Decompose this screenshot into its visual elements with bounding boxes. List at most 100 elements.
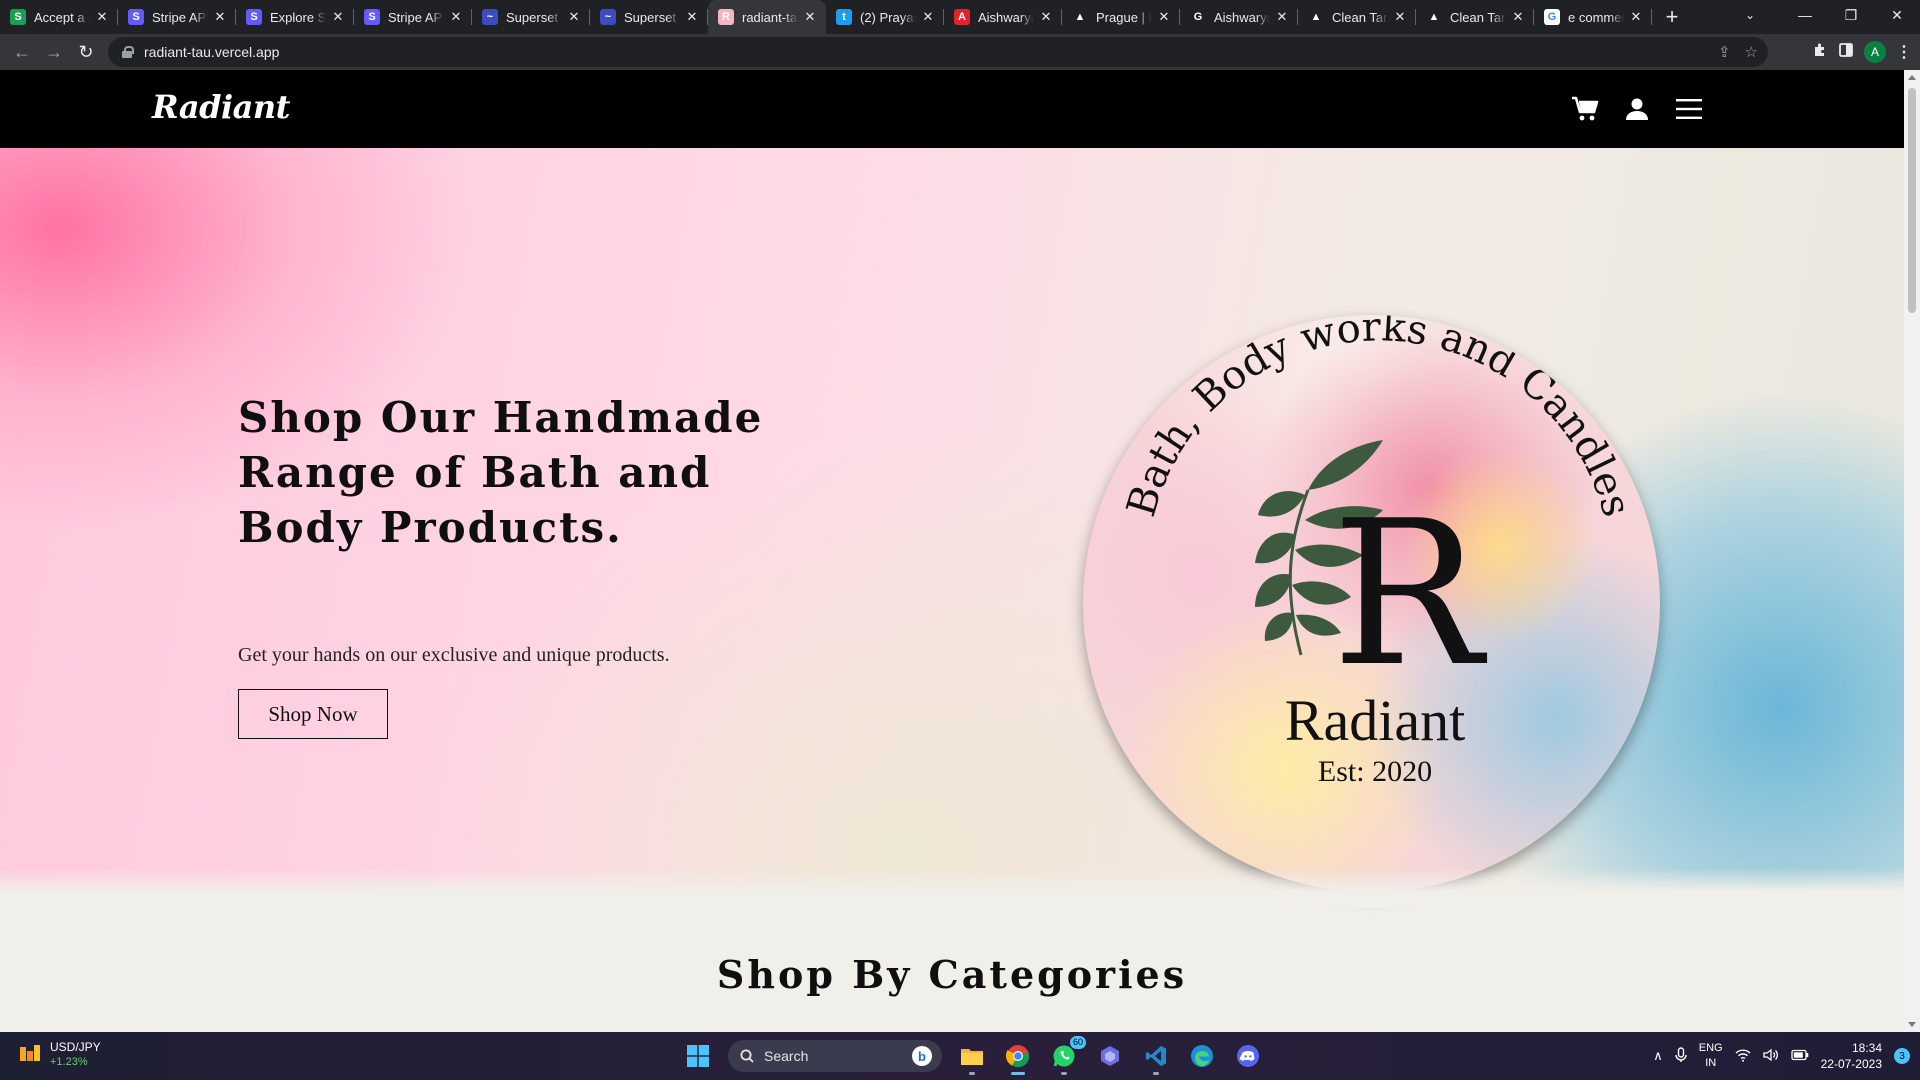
- tab-close-icon[interactable]: ✕: [1156, 9, 1172, 25]
- tab-close-icon[interactable]: ✕: [212, 9, 228, 25]
- tab-close-icon[interactable]: ✕: [1628, 9, 1644, 25]
- tab-search-chevron-icon[interactable]: ⌄: [1730, 0, 1770, 30]
- volume-icon[interactable]: [1762, 1048, 1779, 1065]
- page-scrollbar[interactable]: [1904, 70, 1920, 1032]
- browser-tab[interactable]: t (2) Prayas ✕: [826, 0, 944, 34]
- tab-close-icon[interactable]: ✕: [1392, 9, 1408, 25]
- restore-icon[interactable]: ❐: [1828, 0, 1874, 30]
- side-panel-icon[interactable]: [1838, 42, 1854, 63]
- user-account-icon[interactable]: [1622, 94, 1652, 124]
- browser-tab[interactable]: S Explore Stripe✕: [236, 0, 354, 34]
- browser-tab[interactable]: ▲ Clean Tank✕: [1416, 0, 1534, 34]
- currency-chart-icon: [20, 1045, 40, 1061]
- power-automate-icon[interactable]: [1090, 1036, 1130, 1076]
- discord-icon[interactable]: [1228, 1036, 1268, 1076]
- tab-favicon-icon: ▲: [1426, 9, 1442, 25]
- wifi-icon[interactable]: [1735, 1048, 1751, 1065]
- file-explorer-icon[interactable]: [952, 1036, 992, 1076]
- microphone-icon[interactable]: [1675, 1046, 1687, 1066]
- brand-badge-svg: Bath, Body works and Candles R Radiant E…: [1118, 315, 1639, 788]
- site-logo[interactable]: Radiant: [152, 88, 290, 126]
- share-icon[interactable]: ⇪: [1718, 43, 1731, 61]
- vscode-icon[interactable]: [1136, 1036, 1176, 1076]
- tab-close-icon[interactable]: ✕: [1274, 9, 1290, 25]
- cart-icon[interactable]: [1570, 94, 1600, 124]
- whatsapp-icon[interactable]: 60: [1044, 1036, 1086, 1076]
- tab-title: e commerce: [1568, 9, 1624, 25]
- new-tab-plus-icon[interactable]: +: [1656, 0, 1688, 34]
- tab-close-icon[interactable]: ✕: [566, 9, 582, 25]
- navbar-icons: [1570, 94, 1704, 124]
- tab-title: Superset: [506, 9, 559, 25]
- tab-favicon-icon: A: [954, 9, 970, 25]
- browser-tab[interactable]: S Stripe API ✕: [118, 0, 236, 34]
- browser-tab[interactable]: S Accept a payment✕: [0, 0, 118, 34]
- windows-start-icon[interactable]: [678, 1036, 718, 1076]
- close-window-icon[interactable]: ✕: [1874, 0, 1920, 30]
- tab-favicon-icon: S: [10, 9, 26, 25]
- bookmark-star-icon[interactable]: ☆: [1745, 43, 1758, 61]
- badge-brand-name: Radiant: [1285, 688, 1465, 753]
- browser-tab-strip: SAccept a payment✕SStripe API✕SExplore S…: [0, 0, 1920, 34]
- tab-title: radiant-tau: [742, 9, 798, 25]
- browser-tab[interactable]: A Aishwarya ✕: [944, 0, 1062, 34]
- browser-tab[interactable]: S Stripe API ✕: [354, 0, 472, 34]
- system-tray: ∧ ENG IN 18:34 22-07-2023 3: [1653, 1032, 1910, 1080]
- reload-icon[interactable]: ↻: [70, 36, 102, 68]
- notification-count-badge[interactable]: 3: [1894, 1048, 1910, 1064]
- taskbar-search-box[interactable]: Search b: [728, 1040, 942, 1072]
- browser-tab[interactable]: ~ Superset ✕: [472, 0, 590, 34]
- tab-close-icon[interactable]: ✕: [94, 9, 110, 25]
- browser-tab[interactable]: G Aishwarya ✕: [1180, 0, 1298, 34]
- tab-close-icon[interactable]: ✕: [448, 9, 464, 25]
- back-arrow-icon[interactable]: ←: [6, 36, 38, 68]
- tab-favicon-icon: G: [1190, 9, 1206, 25]
- tab-close-icon[interactable]: ✕: [330, 9, 346, 25]
- tab-favicon-icon: ▲: [1072, 9, 1088, 25]
- taskbar-clock[interactable]: 18:34 22-07-2023: [1821, 1040, 1882, 1072]
- tab-title: Aishwarya: [978, 9, 1034, 25]
- browser-menu-icon[interactable]: ⋮: [1896, 42, 1912, 62]
- ticker-symbol: USD/JPY: [50, 1040, 101, 1054]
- widgets-ticker[interactable]: USD/JPY +1.23%: [18, 1039, 101, 1069]
- tab-favicon-icon: G: [1544, 9, 1560, 25]
- extensions-puzzle-icon[interactable]: [1812, 42, 1828, 63]
- battery-icon[interactable]: [1790, 1049, 1809, 1064]
- tab-close-icon[interactable]: ✕: [920, 9, 936, 25]
- browser-tab[interactable]: Rradiant-tau ✕: [708, 0, 826, 34]
- chrome-icon[interactable]: [998, 1036, 1038, 1076]
- scroll-down-arrow-icon[interactable]: [1908, 1022, 1916, 1027]
- language-indicator[interactable]: ENG IN: [1699, 1041, 1723, 1071]
- scrollbar-thumb[interactable]: [1908, 88, 1916, 313]
- tab-close-icon[interactable]: ✕: [1038, 9, 1054, 25]
- edge-icon[interactable]: [1182, 1036, 1222, 1076]
- hamburger-menu-icon[interactable]: [1674, 94, 1704, 124]
- tab-close-icon[interactable]: ✕: [684, 9, 700, 25]
- taskbar-search-placeholder: Search: [764, 1048, 809, 1064]
- tab-close-icon[interactable]: ✕: [802, 9, 818, 25]
- browser-tab[interactable]: ▲ Clean Tank✕: [1298, 0, 1416, 34]
- shop-now-button[interactable]: Shop Now: [238, 689, 388, 739]
- tab-favicon-icon: t: [836, 9, 852, 25]
- browser-tab[interactable]: ▲ Prague | Flats✕: [1062, 0, 1180, 34]
- tab-separator: [1651, 9, 1652, 25]
- tab-title: Clean Tank: [1332, 9, 1388, 25]
- url-text[interactable]: radiant-tau.vercel.app: [144, 44, 279, 60]
- show-hidden-icons-chevron-icon[interactable]: ∧: [1653, 1048, 1663, 1064]
- lock-icon[interactable]: [122, 46, 134, 58]
- browser-tab[interactable]: ~ Superset ✕: [590, 0, 708, 34]
- profile-avatar[interactable]: A: [1864, 41, 1886, 63]
- tab-favicon-icon: S: [246, 9, 262, 25]
- address-bar[interactable]: radiant-tau.vercel.app ⇪ ☆: [108, 37, 1768, 67]
- forward-arrow-icon[interactable]: →: [38, 36, 70, 68]
- scroll-up-arrow-icon[interactable]: [1908, 75, 1916, 80]
- tab-title: Stripe API: [152, 9, 208, 25]
- browser-tab[interactable]: Ge commerce✕: [1534, 0, 1652, 34]
- badge-monogram: R: [1332, 478, 1488, 711]
- minimize-icon[interactable]: —: [1782, 0, 1828, 30]
- tab-favicon-icon: R: [718, 9, 734, 25]
- brand-badge-image: Bath, Body works and Candles R Radiant E…: [1083, 315, 1660, 892]
- tab-close-icon[interactable]: ✕: [1510, 9, 1526, 25]
- windows-taskbar: USD/JPY +1.23% Search b 60 ∧ ENG IN 18:3…: [0, 1032, 1920, 1080]
- tab-favicon-icon: ▲: [1308, 9, 1324, 25]
